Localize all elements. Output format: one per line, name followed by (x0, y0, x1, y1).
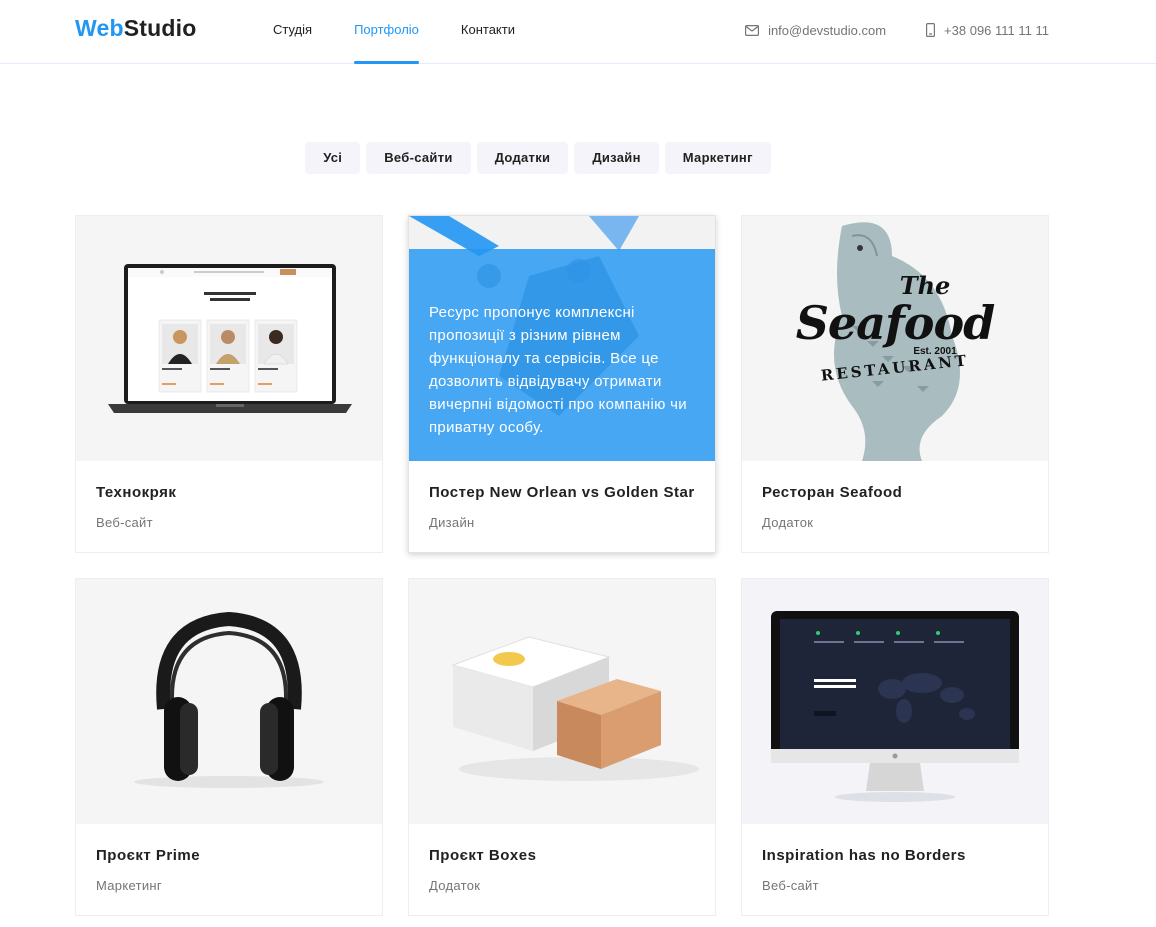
nav-studio[interactable]: Студія (273, 0, 312, 64)
email-link[interactable]: info@devstudio.com (745, 23, 886, 38)
card-image-seafood: The Seafood Est. 2001 RESTAURANT (742, 216, 1048, 461)
card-category: Веб-сайт (96, 515, 153, 530)
nav-portfolio[interactable]: Портфоліо (354, 0, 419, 64)
portfolio-card[interactable]: Inspiration has no Borders Веб-сайт (741, 578, 1049, 916)
portfolio-card[interactable]: Проєкт Prime Маркетинг (75, 578, 383, 916)
mail-icon (745, 24, 760, 36)
card-category: Додаток (429, 878, 481, 893)
header-contacts: info@devstudio.com +38 096 111 11 11 (705, 0, 1049, 60)
portfolio-card[interactable]: Технокряк Веб-сайт (75, 215, 383, 553)
phone-link[interactable]: +38 096 111 11 11 (926, 23, 1049, 38)
filter-apps[interactable]: Додатки (476, 142, 569, 174)
nav-contacts[interactable]: Контакти (461, 0, 515, 64)
card-category: Додаток (762, 515, 814, 530)
card-title: Ресторан Seafood (762, 484, 903, 501)
main-nav: Студія Портфоліо Контакти (273, 0, 557, 64)
filter-all[interactable]: Усі (305, 142, 361, 174)
card-title: Постер New Orlean vs Golden Star (429, 484, 695, 501)
card-overlay: Ресурс пропонує комплексні пропозиції з … (409, 249, 715, 461)
filter-marketing[interactable]: Маркетинг (664, 142, 771, 174)
card-image-laptop (76, 216, 382, 461)
card-image-boxes (409, 579, 715, 824)
portfolio-card[interactable]: The Seafood Est. 2001 RESTAURANT Рестора… (741, 215, 1049, 553)
filter-websites[interactable]: Веб-сайти (366, 142, 471, 174)
logo[interactable]: WebStudio (75, 15, 196, 42)
card-image-poster: Ресурс пропонує комплексні пропозиції з … (409, 216, 715, 461)
filter-design[interactable]: Дизайн (574, 142, 659, 174)
card-image-monitor (742, 579, 1048, 824)
portfolio-card[interactable]: Ресурс пропонує комплексні пропозиції з … (408, 215, 716, 553)
card-category: Веб-сайт (762, 878, 819, 893)
card-title: Inspiration has no Borders (762, 847, 966, 864)
card-category: Маркетинг (96, 878, 162, 893)
phone-icon (926, 23, 936, 37)
seafood-logo-main: Seafood (795, 296, 996, 350)
portfolio-filters: Усі Веб-сайти Додатки Дизайн Маркетинг (0, 142, 1156, 174)
card-title: Технокряк (96, 484, 177, 501)
portfolio-grid: Технокряк Веб-сайт Ресурс пропонує компл… (75, 215, 1049, 916)
logo-studio: Studio (123, 15, 197, 41)
logo-web: Web (75, 15, 124, 41)
card-title: Проєкт Prime (96, 847, 201, 864)
card-title: Проєкт Boxes (429, 847, 537, 864)
card-category: Дизайн (429, 515, 475, 530)
card-image-headphones (76, 579, 382, 824)
site-header: WebStudio Студія Портфоліо Контакти info… (0, 0, 1156, 64)
email-text: info@devstudio.com (768, 22, 887, 38)
portfolio-card[interactable]: Проєкт Boxes Додаток (408, 578, 716, 916)
phone-text: +38 096 111 11 11 (944, 22, 1049, 38)
